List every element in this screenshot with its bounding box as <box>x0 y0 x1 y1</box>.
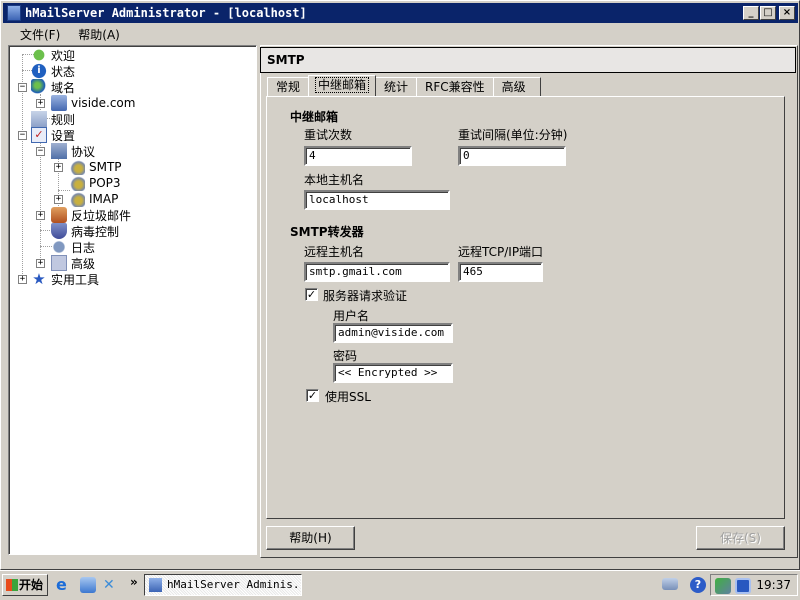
tree-item-advanced[interactable]: 高级 <box>51 255 95 271</box>
username-input[interactable]: admin@viside.com <box>333 323 453 343</box>
app-icon <box>7 5 21 21</box>
page-title: SMTP <box>260 47 796 73</box>
expand-domain[interactable]: + <box>36 99 45 108</box>
use-ssl-checkbox[interactable]: ✓ <box>306 389 319 402</box>
tree-item-domain[interactable]: viside.com <box>51 95 135 111</box>
retry-interval-label: 重试间隔(单位:分钟) <box>458 128 568 142</box>
green-dot-icon <box>31 47 47 63</box>
keyboard-icon[interactable] <box>662 578 678 590</box>
settings-checklist-icon: ✓ <box>31 127 47 143</box>
advanced-icon <box>51 255 67 271</box>
tree-item-utilities[interactable]: ★ 实用工具 <box>31 271 99 287</box>
title-bar: hMailServer Administrator - [localhost] … <box>3 3 798 23</box>
menu-help[interactable]: 帮助(A) <box>69 26 129 43</box>
auth-required-label: 服务器请求验证 <box>323 289 408 303</box>
remote-port-label: 远程TCP/IP端口 <box>458 245 544 259</box>
auth-required-checkbox[interactable]: ✓ <box>305 288 318 301</box>
navigation-tree[interactable]: 欢迎 i 状态 − 域名 + viside.com 规则 − ✓ 设置 − 协议 <box>8 45 257 555</box>
tree-item-imap[interactable]: IMAP <box>69 191 118 207</box>
tab-bar: 常规 中继邮箱 统计 RFC兼容性 高级 <box>267 75 541 97</box>
remote-port-input[interactable]: 465 <box>458 262 543 282</box>
tree-item-antispam[interactable]: 反垃圾邮件 <box>51 207 131 223</box>
spam-icon <box>51 207 67 223</box>
expand-utilities[interactable]: + <box>18 275 27 284</box>
maximize-button[interactable]: □ <box>760 6 776 20</box>
tab-relay[interactable]: 中继邮箱 <box>308 75 377 96</box>
remote-host-label: 远程主机名 <box>304 245 365 259</box>
username-label: 用户名 <box>333 309 370 323</box>
tree-item-domains[interactable]: 域名 <box>31 79 75 95</box>
window-title: hMailServer Administrator - [localhost] <box>25 6 307 20</box>
collapse-domains[interactable]: − <box>18 83 27 92</box>
plug-icon <box>69 159 85 175</box>
globe-icon <box>31 79 47 95</box>
tree-item-welcome[interactable]: 欢迎 <box>31 47 75 63</box>
local-hostname-input[interactable]: localhost <box>304 190 450 210</box>
save-button[interactable]: 保存(S) <box>696 526 785 550</box>
tab-advanced[interactable]: 高级 <box>492 77 541 96</box>
star-icon: ★ <box>32 270 46 288</box>
internet-explorer-icon[interactable]: e <box>56 577 72 593</box>
tree-item-protocols[interactable]: 协议 <box>51 143 95 159</box>
desktop-tool-icon[interactable]: ✕ <box>103 577 119 593</box>
log-icon <box>51 239 67 255</box>
main-window: hMailServer Administrator - [localhost] … <box>0 0 800 570</box>
menu-bar: 文件(F) 帮助(A) <box>3 24 798 44</box>
remote-host-input[interactable]: smtp.gmail.com <box>304 262 450 282</box>
system-tray: 19:37 <box>710 574 798 596</box>
retries-label: 重试次数 <box>304 128 353 142</box>
info-icon: i <box>31 63 47 79</box>
tree-item-smtp[interactable]: SMTP <box>69 159 122 175</box>
rules-icon <box>31 111 47 127</box>
relay-section-title: 中继邮箱 <box>290 110 339 124</box>
minimize-button[interactable]: _ <box>743 6 759 20</box>
password-label: 密码 <box>333 349 358 363</box>
tree-item-pop3[interactable]: POP3 <box>69 175 121 191</box>
shield-icon <box>51 223 67 239</box>
tab-statistics[interactable]: 统计 <box>375 77 418 96</box>
retries-input[interactable]: 4 <box>304 146 412 166</box>
app-icon <box>149 578 162 592</box>
use-ssl-label: 使用SSL <box>325 390 371 404</box>
password-input[interactable]: << Encrypted >> <box>333 363 453 383</box>
collapse-protocols[interactable]: − <box>36 147 45 156</box>
expand-imap[interactable]: + <box>54 195 63 204</box>
close-button[interactable]: × <box>779 6 795 20</box>
tree-item-antivirus[interactable]: 病毒控制 <box>51 223 119 239</box>
taskbar: 开始 e ✕ » hMailServer Adminis... ? 19:37 <box>0 570 800 600</box>
server-icon <box>51 95 67 111</box>
network-icon[interactable] <box>715 578 731 594</box>
task-hmailserver[interactable]: hMailServer Adminis... <box>144 574 302 596</box>
protocols-icon <box>51 143 67 159</box>
local-hostname-label: 本地主机名 <box>304 173 365 187</box>
help-tray-icon[interactable]: ? <box>690 577 706 593</box>
outlook-express-icon[interactable] <box>80 577 96 593</box>
tree-item-settings[interactable]: ✓ 设置 <box>31 127 75 143</box>
quicklaunch-overflow[interactable]: » <box>130 575 138 589</box>
plug-icon <box>69 191 85 207</box>
tree-item-status[interactable]: i 状态 <box>31 63 75 79</box>
tab-general[interactable]: 常规 <box>267 77 310 96</box>
tree-item-rules[interactable]: 规则 <box>31 111 75 127</box>
tab-rfc-compliance[interactable]: RFC兼容性 <box>416 77 494 96</box>
windows-logo-icon <box>6 579 18 591</box>
expand-advanced[interactable]: + <box>36 259 45 268</box>
expand-antispam[interactable]: + <box>36 211 45 220</box>
help-button[interactable]: 帮助(H) <box>266 526 355 550</box>
start-button[interactable]: 开始 <box>2 574 48 596</box>
clock: 19:37 <box>756 578 791 592</box>
collapse-settings[interactable]: − <box>18 131 27 140</box>
vm-tools-icon[interactable] <box>735 578 751 594</box>
menu-file[interactable]: 文件(F) <box>11 26 69 43</box>
expand-smtp[interactable]: + <box>54 163 63 172</box>
forwarder-section-title: SMTP转发器 <box>290 225 364 239</box>
plug-icon <box>69 175 85 191</box>
retry-interval-input[interactable]: 0 <box>458 146 566 166</box>
tree-item-logging[interactable]: 日志 <box>51 239 95 255</box>
